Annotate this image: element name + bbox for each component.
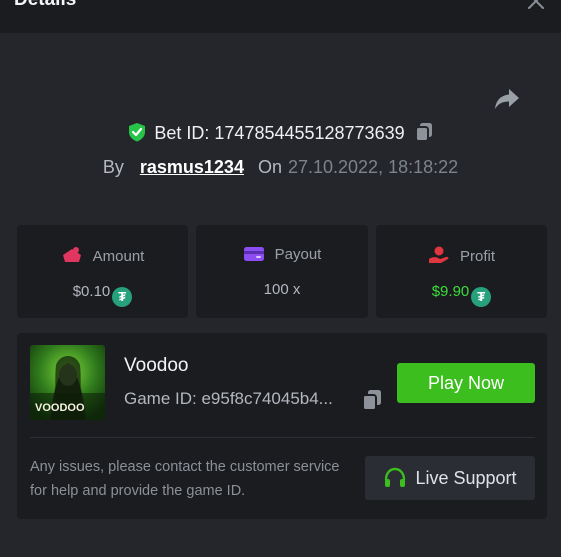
game-name: Voodoo — [124, 355, 189, 376]
profit-label: Profit — [459, 248, 495, 265]
amount-label: Amount — [92, 248, 145, 265]
play-now-button[interactable]: Play Now — [397, 363, 535, 403]
username-link[interactable]: rasmus1234 — [140, 157, 244, 177]
profit-card: Profit $9.90 ₮ — [376, 225, 547, 318]
amount-icon — [62, 247, 81, 262]
amount-card: Amount $0.10 ₮ — [17, 225, 188, 318]
game-thumbnail[interactable]: VOODOO — [30, 345, 105, 420]
game-panel: VOODOO Voodoo Game ID: e95f8c74045b4... … — [17, 333, 547, 519]
shield-check-icon — [129, 123, 146, 142]
support-notice: Any issues, please contact the customer … — [30, 459, 340, 499]
headset-icon — [385, 467, 406, 487]
bet-id: Bet ID: 1747854455128773639 — [154, 123, 405, 143]
close-icon[interactable] — [527, 0, 545, 10]
payout-card: Payout 100 x — [196, 225, 368, 318]
on-label: On — [257, 157, 282, 177]
copy-icon[interactable] — [362, 389, 382, 411]
tether-coin-icon: ₮ — [471, 287, 492, 307]
share-icon[interactable] — [493, 86, 521, 112]
live-support-button[interactable]: Live Support — [365, 456, 535, 500]
modal-header: Details — [0, 0, 561, 33]
copy-icon[interactable] — [414, 122, 433, 142]
payout-label: Payout — [274, 246, 322, 263]
modal-title: Details — [14, 0, 76, 11]
profit-hand-icon — [428, 246, 449, 263]
profit-value: $9.90 — [431, 283, 470, 300]
game-id: Game ID: e95f8c74045b4... — [124, 389, 333, 408]
tether-coin-icon: ₮ — [112, 287, 133, 307]
bet-datetime: 27.10.2022, 18:18:22 — [287, 157, 459, 177]
game-thumbnail-label: VOODOO — [35, 402, 85, 414]
payout-card-icon — [243, 247, 264, 261]
divider — [30, 437, 535, 438]
bet-id-row: Bet ID: 1747854455128773639 — [0, 122, 561, 144]
bet-meta-row: By rasmus1234 On 27.10.2022, 18:18:22 — [0, 157, 561, 178]
by-label: By — [102, 157, 124, 177]
payout-value: 100 x — [263, 281, 301, 298]
amount-value: $0.10 — [72, 283, 111, 300]
live-support-label: Live Support — [415, 467, 517, 488]
